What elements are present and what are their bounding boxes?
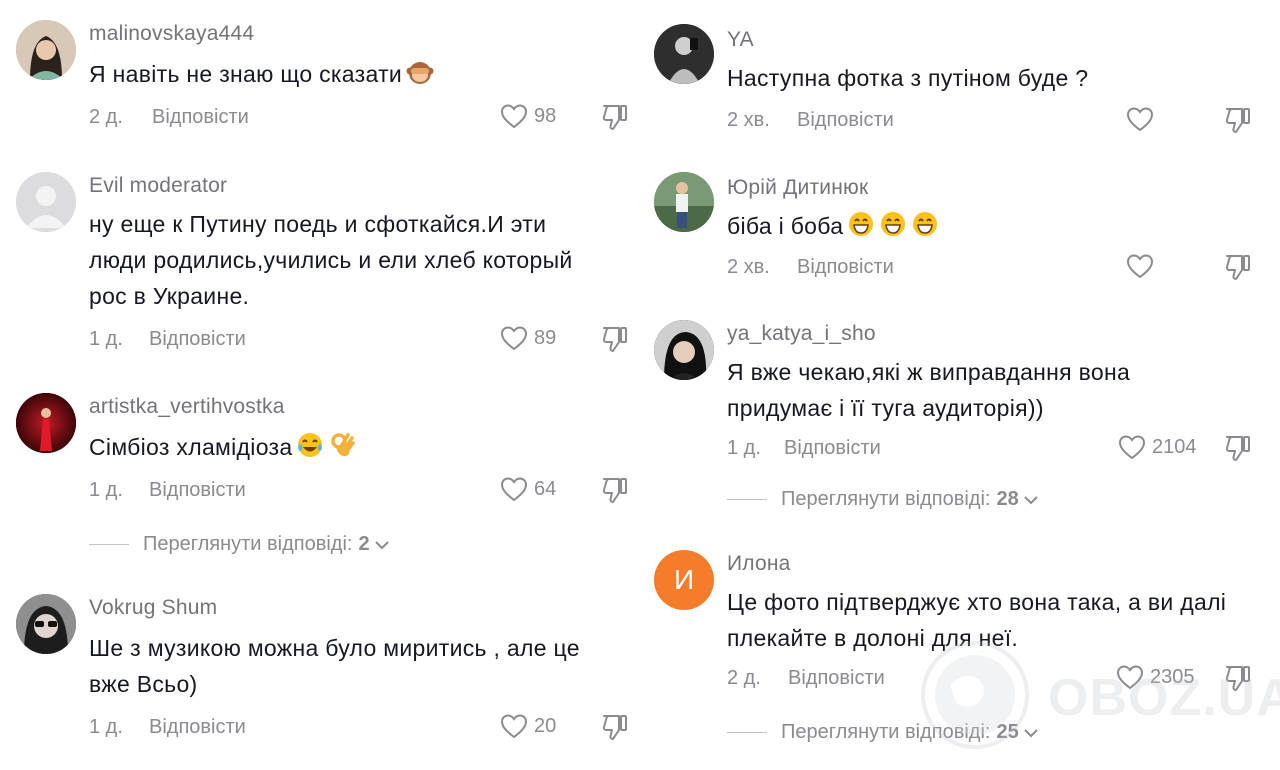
- comment-time: 1 д.: [727, 437, 761, 459]
- comment-time: 2 хв.: [727, 256, 770, 278]
- comment-text: Я навіть не знаю що сказати: [89, 56, 434, 96]
- dislike-button[interactable]: [600, 324, 630, 359]
- comment-username[interactable]: Юрій Дитинюк: [727, 176, 868, 200]
- view-replies-button[interactable]: Переглянути відповіді: 2: [89, 533, 390, 556]
- dislike-button[interactable]: [1223, 433, 1253, 468]
- dislike-button[interactable]: [600, 475, 630, 510]
- like-button[interactable]: 89: [500, 325, 556, 351]
- like-button[interactable]: 2104: [1118, 434, 1197, 460]
- comment-text-body: біба і боба: [727, 213, 844, 239]
- comment-text: Ше з музикою можна було миритись , але ц…: [89, 635, 580, 697]
- avatar[interactable]: [16, 594, 76, 654]
- dislike-button[interactable]: [600, 102, 630, 137]
- divider: [89, 543, 129, 546]
- watermark-text: OBOZ.UA: [1048, 669, 1280, 727]
- comment-username[interactable]: ya_katya_i_sho: [727, 322, 876, 346]
- watermark: OBOZ.UA: [920, 640, 1280, 750]
- comment-text: Я вже чекаю,які ж виправдання вона приду…: [727, 359, 1131, 421]
- avatar-letter: И: [673, 564, 695, 595]
- heart-icon: [1126, 107, 1154, 132]
- tears-of-joy-emoji: [296, 431, 324, 469]
- comment-text: Наступна фотка з путіном буде ?: [727, 65, 1089, 91]
- heart-icon: [500, 714, 528, 739]
- like-button[interactable]: 64: [500, 476, 556, 502]
- comment-time: 2 д.: [727, 667, 761, 689]
- comment-username[interactable]: Vokrug Shum: [89, 596, 217, 620]
- comment-text-body: Я навіть не знаю що сказати: [89, 61, 403, 87]
- view-replies-label: Переглянути відповіді:: [143, 533, 353, 555]
- grinning-emoji: [847, 210, 875, 248]
- heart-icon: [500, 104, 528, 129]
- reply-button[interactable]: Відповісти: [149, 328, 246, 351]
- dislike-icon: [1225, 255, 1250, 280]
- avatar[interactable]: [654, 320, 714, 380]
- globe-logo-icon: [921, 641, 1029, 749]
- chevron-down-icon: [1024, 495, 1038, 504]
- reply-button[interactable]: Відповісти: [149, 479, 246, 502]
- dislike-button[interactable]: [1223, 252, 1253, 287]
- reply-button[interactable]: Відповісти: [788, 667, 885, 690]
- comment-text: Сімбіоз хламідіоза: [89, 429, 356, 469]
- heart-icon: [500, 326, 528, 351]
- dislike-icon: [602, 327, 627, 352]
- comment-time: 1 д.: [89, 328, 123, 350]
- heart-icon: [1126, 254, 1154, 279]
- reply-button[interactable]: Відповісти: [797, 109, 894, 132]
- comment-username[interactable]: Илона: [727, 552, 791, 576]
- ok-hand-emoji: [328, 431, 356, 469]
- dislike-icon: [602, 478, 627, 503]
- comment-text: ну еще к Путину поедь и сфоткайся.И эти …: [89, 211, 573, 309]
- grinning-emoji: [879, 210, 907, 248]
- like-count: 89: [534, 326, 557, 349]
- like-button[interactable]: [1126, 106, 1154, 132]
- view-replies-count: 2: [358, 533, 370, 555]
- like-button[interactable]: 20: [500, 713, 556, 739]
- comment-username[interactable]: malinovskaya444: [89, 22, 254, 46]
- dislike-button[interactable]: [600, 712, 630, 747]
- avatar[interactable]: [16, 393, 76, 453]
- like-button[interactable]: 98: [500, 103, 556, 129]
- dislike-button[interactable]: [1223, 105, 1253, 140]
- view-replies-button[interactable]: Переглянути відповіді: 28: [727, 488, 1039, 511]
- comment-username[interactable]: artistka_vertihvostka: [89, 395, 285, 419]
- dislike-icon: [602, 715, 627, 740]
- comment-text-body: Сімбіоз хламідіоза: [89, 434, 293, 460]
- heart-icon: [1118, 435, 1146, 460]
- view-replies-label: Переглянути відповіді:: [781, 488, 991, 510]
- avatar[interactable]: [16, 172, 76, 232]
- avatar[interactable]: [16, 20, 76, 80]
- dislike-icon: [602, 105, 627, 130]
- comment-text: біба і боба: [727, 208, 939, 248]
- view-replies-count: 28: [996, 488, 1019, 510]
- avatar[interactable]: [654, 24, 714, 84]
- reply-button[interactable]: Відповісти: [149, 716, 246, 739]
- reply-button[interactable]: Відповісти: [784, 437, 881, 460]
- comment-time: 2 д.: [89, 106, 123, 128]
- comment-username[interactable]: Evil moderator: [89, 174, 227, 198]
- chevron-down-icon: [374, 540, 389, 549]
- avatar[interactable]: И: [654, 550, 714, 610]
- reply-button[interactable]: Відповісти: [797, 256, 894, 279]
- like-count: 98: [534, 104, 557, 127]
- comment-time: 1 д.: [89, 479, 123, 501]
- like-count: 64: [534, 477, 557, 500]
- like-count: 20: [534, 714, 557, 737]
- divider: [727, 731, 767, 734]
- avatar[interactable]: [654, 172, 714, 232]
- comment-username[interactable]: YA: [727, 28, 754, 52]
- divider: [727, 498, 767, 501]
- see-no-evil-monkey-emoji: [406, 58, 434, 96]
- grinning-emoji: [911, 210, 939, 248]
- dislike-icon: [1225, 108, 1250, 133]
- dislike-icon: [1225, 436, 1250, 461]
- heart-icon: [500, 477, 528, 502]
- reply-button[interactable]: Відповісти: [152, 106, 249, 129]
- like-count: 2104: [1152, 435, 1197, 458]
- comment-time: 1 д.: [89, 716, 123, 738]
- comment-time: 2 хв.: [727, 109, 770, 131]
- like-button[interactable]: [1126, 253, 1154, 279]
